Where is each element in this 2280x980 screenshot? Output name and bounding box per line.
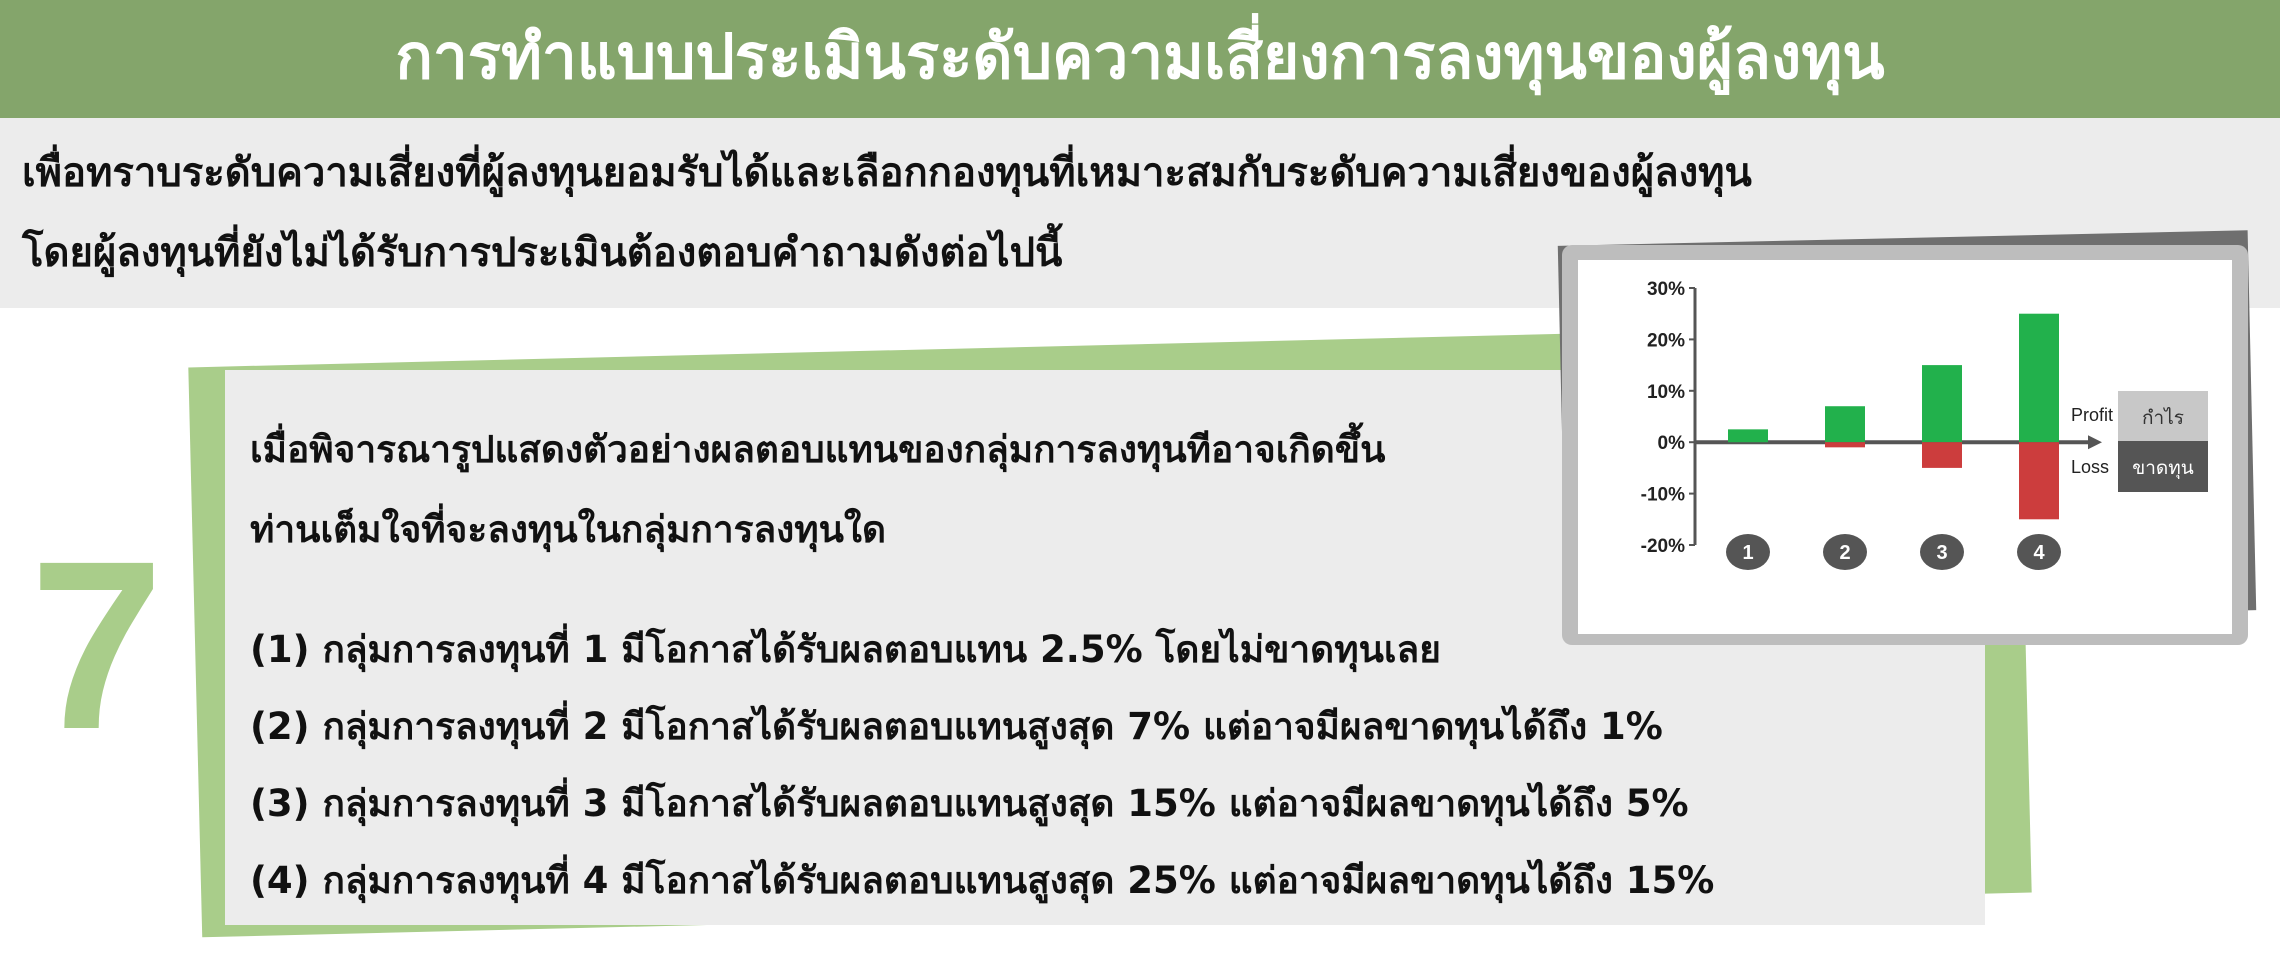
- loss-bar: [2019, 442, 2059, 520]
- category-label: 2: [1839, 542, 1850, 564]
- y-tick-label: -10%: [1641, 485, 1685, 506]
- y-tick-label: 0%: [1658, 433, 1686, 454]
- profit-bar: [1922, 365, 1962, 443]
- category-label: 4: [2033, 542, 2045, 564]
- legend-profit-thai: กำไร: [2142, 407, 2184, 429]
- x-axis-arrow: [2088, 435, 2102, 450]
- legend-loss-thai: ขาดทุน: [2132, 457, 2194, 480]
- category-label: 1: [1742, 542, 1753, 564]
- y-tick-label: 10%: [1647, 382, 1685, 403]
- loss-bar: [1922, 442, 1962, 468]
- loss-bar: [1825, 442, 1865, 448]
- y-tick-label: 20%: [1647, 330, 1685, 351]
- profit-bar: [1825, 406, 1865, 443]
- category-label: 3: [1936, 542, 1947, 564]
- legend-profit-label: Profit: [2071, 405, 2113, 425]
- profit-bar: [2019, 313, 2059, 443]
- legend-loss-label: Loss: [2071, 457, 2109, 477]
- return-chart: 30% 20% 10% 0% -10% -20% 1 2 3 4 Profit กำไร Loss ขาด…: [1641, 279, 2208, 570]
- y-tick-label: -20%: [1641, 536, 1685, 557]
- profit-bar: [1728, 429, 1768, 443]
- y-tick-label: 30%: [1647, 279, 1685, 300]
